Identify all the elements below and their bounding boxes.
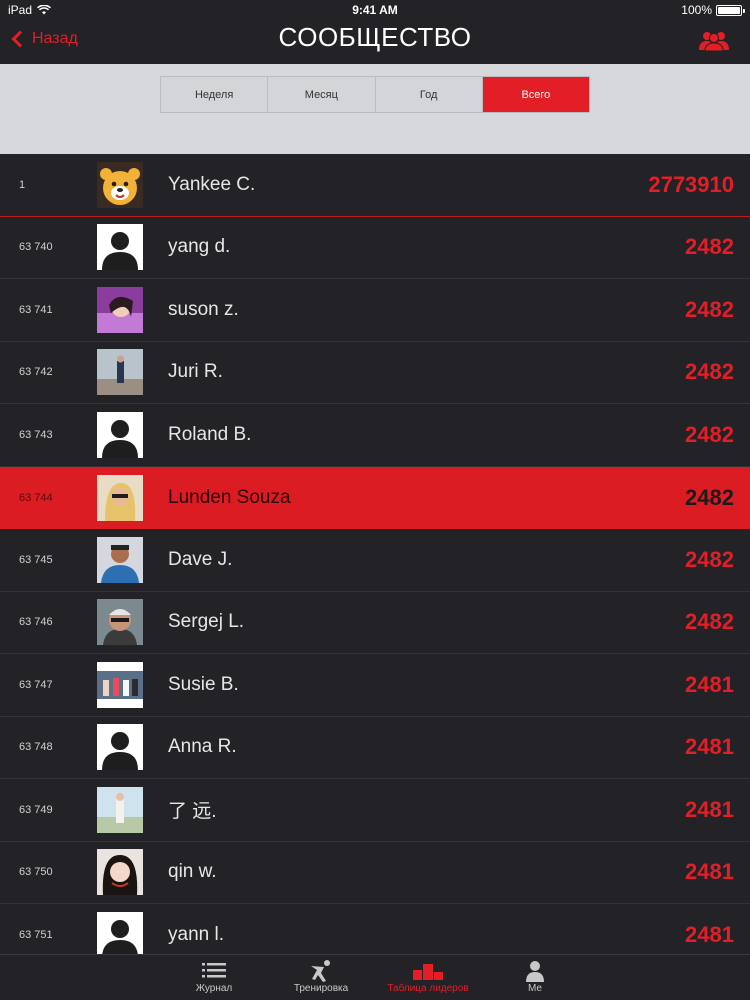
segment-all-time[interactable]: Всего [482,77,589,112]
user-score: 2482 [685,296,734,322]
rank-label: 63 746 [19,616,53,629]
photo-avatar [97,349,143,396]
default-avatar [97,411,143,458]
user-name: yann l. [168,923,224,945]
user-name: qin w. [168,861,217,883]
period-segmented-control: Неделя Месяц Год Всего [160,76,590,113]
user-name: suson z. [168,298,239,320]
bear-avatar [97,161,143,208]
leaderboard-row[interactable]: 63 747 Susie B. 2481 [0,654,750,717]
leaderboard-row[interactable]: 63 748 Anna R. 2481 [0,717,750,779]
workout-icon [311,960,330,982]
user-name: Susie B. [168,673,239,695]
tab-me[interactable]: Me [490,959,580,994]
user-score: 2482 [685,421,734,447]
user-score: 2481 [685,734,734,760]
user-name: Dave J. [168,548,233,570]
user-name: 了 远. [168,801,217,823]
podium-icon [413,964,443,980]
leaderboard-row[interactable]: 63 751 yann l. 2481 [0,904,750,954]
rank-label: 1 [19,178,26,191]
user-score: 2773910 [648,171,734,197]
rank-label: 63 742 [19,366,53,379]
user-name: Roland B. [168,423,252,445]
rank-label: 63 745 [19,553,53,566]
user-score: 2482 [685,484,734,510]
tab-leaderboard[interactable]: Таблица лидеров [383,959,473,994]
photo-avatar [97,536,143,583]
default-avatar [97,224,143,271]
photo-avatar [97,661,143,708]
leaderboard-list[interactable]: 1 Yankee C. 2773910 63 740 yang d. 2482 [0,154,750,954]
leaderboard-row[interactable]: 63 750 qin w. 2481 [0,842,750,904]
status-bar: iPad 9:41 AM 100% [0,0,750,20]
user-score: 2481 [685,859,734,885]
tab-journal[interactable]: Журнал [169,959,259,994]
page-title: СООБЩЕСТВО [278,22,472,52]
leaderboard-row[interactable]: 63 746 Sergej L. 2482 [0,592,750,654]
segment-month[interactable]: Месяц [268,77,376,112]
tab-label: Журнал [195,983,233,994]
nav-bar: Назад СООБЩЕСТВО [0,20,750,64]
battery-icon [716,4,745,16]
rank-label: 63 750 [19,866,53,879]
rank-label: 63 741 [19,303,53,316]
default-avatar [97,911,143,954]
leaderboard-row[interactable]: 63 743 Roland B. 2482 [0,404,750,467]
photo-avatar [97,474,143,521]
user-score: 2482 [685,546,734,572]
photo-avatar [97,849,143,896]
user-score: 2481 [685,671,734,697]
tab-label: Me [528,983,542,994]
user-score: 2481 [685,921,734,947]
rank-label: 63 747 [19,678,53,691]
leaderboard-row[interactable]: 63 741 suson z. 2482 [0,279,750,342]
user-name: Sergej L. [168,611,245,633]
segment-week[interactable]: Неделя [161,77,269,112]
tab-workout[interactable]: Тренировка [276,959,366,994]
user-name: Lunden Souza [168,486,291,508]
user-name: Yankee C. [168,173,256,195]
segment-year[interactable]: Год [375,77,483,112]
default-avatar [97,724,143,771]
period-filter-area: Неделя Месяц Год Всего [0,64,750,154]
user-score: 2482 [685,234,734,260]
list-icon [202,963,226,978]
leaderboard-row[interactable]: 63 749 了 远. 2481 [0,779,750,842]
photo-avatar [97,786,143,833]
leaderboard-row[interactable]: 63 745 Dave J. 2482 [0,529,750,592]
user-score: 2482 [685,609,734,635]
rank-label: 63 744 [19,491,53,504]
rank-label: 63 748 [19,741,53,754]
photo-avatar [97,286,143,333]
user-score: 2482 [685,359,734,385]
battery-percent: 100% [681,3,712,17]
rank-label: 63 751 [19,928,53,941]
rank-label: 63 743 [19,428,53,441]
photo-avatar [97,599,143,646]
rank-label: 63 740 [19,241,53,254]
leaderboard-row[interactable]: 63 742 Juri R. 2482 [0,342,750,404]
tab-label: Тренировка [293,983,349,994]
status-right: 100% [681,3,745,17]
tab-label: Таблица лидеров [387,983,469,994]
status-time: 9:41 AM [352,3,398,17]
leaderboard-row-current-user[interactable]: 63 744 Lunden Souza 2482 [0,466,750,529]
profile-icon [526,961,544,982]
user-name: Anna R. [168,736,237,758]
tab-bar: Журнал Тренировка Таблица лидеров Me [0,954,750,1000]
leaderboard-row[interactable]: 1 Yankee C. 2773910 [0,154,750,217]
community-icon[interactable] [698,30,730,52]
user-name: yang d. [168,236,231,258]
rank-label: 63 749 [19,803,53,816]
leaderboard-row[interactable]: 63 740 yang d. 2482 [0,217,750,279]
user-score: 2481 [685,796,734,822]
user-name: Juri R. [168,361,223,383]
